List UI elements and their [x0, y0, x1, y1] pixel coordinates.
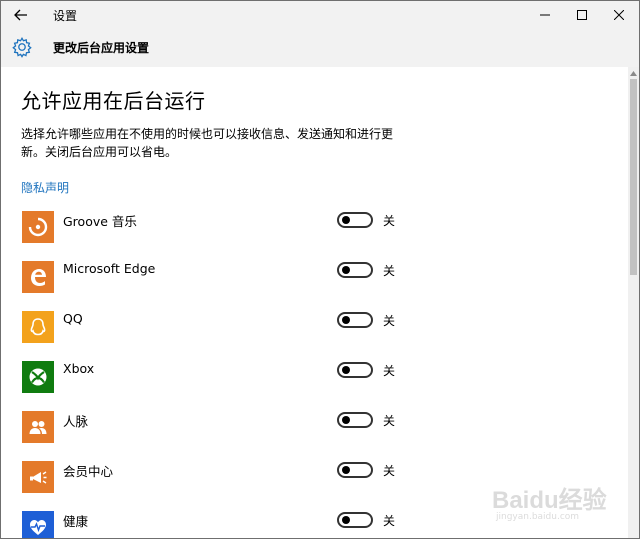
app-name: Microsoft Edge [63, 261, 156, 276]
settings-content: 允许应用在后台运行 选择允许哪些应用在不使用的时候也可以接收信息、发送通知和进行… [0, 67, 640, 539]
background-toggle-groove-music[interactable] [337, 212, 373, 228]
scrollbar-thumb[interactable] [630, 79, 637, 275]
member-center-icon [22, 461, 54, 493]
groove-music-icon [22, 211, 54, 243]
toggle-knob [342, 466, 350, 474]
toggle-knob [342, 216, 350, 224]
background-toggle-xbox[interactable] [337, 362, 373, 378]
watermark-url: jingyan.baidu.com [496, 512, 580, 522]
minimize-icon [540, 14, 550, 16]
app-row-xbox: Xbox 关 [21, 361, 411, 395]
page-title: 更改后台应用设置 [53, 41, 150, 55]
app-row-people: 人脉 关 [21, 411, 411, 445]
toggle-state-label: 关 [383, 314, 396, 328]
app-row-microsoft-edge: Microsoft Edge 关 [21, 261, 411, 295]
background-toggle-health[interactable] [337, 512, 373, 528]
back-arrow-icon [14, 9, 27, 21]
scroll-up-icon[interactable] [628, 69, 639, 77]
background-toggle-member-center[interactable] [337, 462, 373, 478]
app-row-health: 健康 关 [21, 511, 411, 538]
qq-icon [22, 311, 54, 343]
xbox-icon [22, 361, 54, 393]
background-toggle-people[interactable] [337, 412, 373, 428]
app-name: QQ [63, 311, 83, 326]
baidu-watermark: Baidu经验 jingyan.baidu.com [488, 472, 618, 532]
close-button[interactable] [596, 1, 640, 29]
app-name: Groove 音乐 [63, 214, 137, 229]
title-bar: 设置 [0, 0, 640, 28]
toggle-state-label: 关 [383, 414, 396, 428]
toggle-state-label: 关 [383, 214, 396, 228]
app-row-qq: QQ 关 [21, 311, 411, 345]
section-description: 选择允许哪些应用在不使用的时候也可以接收信息、发送通知和进行更新。关闭后台应用可… [21, 127, 394, 159]
app-row-member-center: 会员中心 关 [21, 461, 411, 495]
maximize-icon [577, 10, 587, 20]
section-heading: 允许应用在后台运行 [21, 89, 206, 113]
app-name: 健康 [63, 514, 89, 529]
app-name: Xbox [63, 361, 95, 376]
toggle-knob [342, 516, 350, 524]
app-row-groove-music: Groove 音乐 关 [21, 211, 411, 245]
app-name: 会员中心 [63, 464, 114, 479]
privacy-statement-link[interactable]: 隐私声明 [21, 179, 69, 196]
toggle-state-label: 关 [383, 264, 396, 278]
toggle-knob [342, 416, 350, 424]
background-toggle-microsoft-edge[interactable] [337, 262, 373, 278]
background-toggle-qq[interactable] [337, 312, 373, 328]
health-icon [22, 511, 54, 538]
vertical-scrollbar[interactable] [628, 67, 639, 538]
toggle-knob [342, 316, 350, 324]
page-header: 更改后台应用设置 [0, 28, 640, 67]
toggle-state-label: 关 [383, 464, 396, 478]
app-name: 人脉 [63, 414, 89, 429]
people-icon [22, 411, 54, 443]
toggle-knob [342, 266, 350, 274]
edge-icon [22, 261, 54, 293]
watermark-text: Baidu经验 [492, 487, 607, 514]
toggle-knob [342, 366, 350, 374]
gear-icon [12, 37, 32, 58]
toggle-state-label: 关 [383, 514, 396, 528]
back-button[interactable] [7, 4, 35, 26]
window-title: 设置 [53, 9, 78, 23]
toggle-state-label: 关 [383, 364, 396, 378]
close-icon [614, 10, 624, 20]
